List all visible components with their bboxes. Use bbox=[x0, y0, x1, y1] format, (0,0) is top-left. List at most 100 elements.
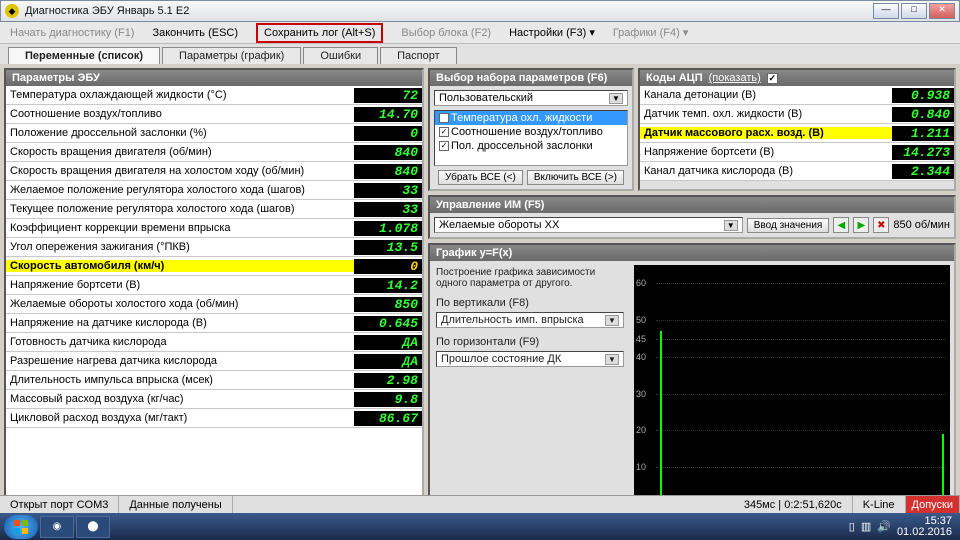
tray-network-icon[interactable]: ▥ bbox=[861, 520, 871, 533]
param-label: Угол опережения зажигания (°ПКВ) bbox=[6, 241, 354, 253]
graph-horizontal-label: По горизонтали (F9) bbox=[436, 336, 624, 348]
adc-label: Датчик темп. охл. жидкости (В) bbox=[640, 108, 892, 120]
param-value: 14.2 bbox=[354, 278, 422, 293]
param-row[interactable]: Готовность датчика кислородаДА bbox=[6, 333, 422, 352]
adc-row: Датчик темп. охл. жидкости (В)0.840 bbox=[640, 105, 954, 124]
param-value: 9.8 bbox=[354, 392, 422, 407]
checklist-item[interactable]: ✓Соотношение воздух/топливо bbox=[435, 125, 627, 139]
tab-parameters-graph[interactable]: Параметры (график) bbox=[162, 47, 301, 64]
param-label: Напряжение бортсети (В) bbox=[6, 279, 354, 291]
chevron-down-icon: ▼ bbox=[605, 354, 619, 365]
chevron-down-icon: ▼ bbox=[609, 93, 623, 104]
adc-show-link[interactable]: (показать) bbox=[709, 72, 761, 84]
menu-finish[interactable]: Закончить (ESC) bbox=[152, 27, 238, 39]
param-value: 33 bbox=[354, 202, 422, 217]
param-row[interactable]: Скорость вращения двигателя (об/мин)840 bbox=[6, 143, 422, 162]
im-next-button[interactable]: ▶ bbox=[853, 217, 869, 233]
im-value: 850 об/мин bbox=[893, 219, 950, 231]
window-titlebar: ◆ Диагностика ЭБУ Январь 5.1 Е2 — □ ✕ bbox=[0, 0, 960, 22]
im-combo[interactable]: Желаемые обороты ХХ ▼ bbox=[434, 217, 743, 233]
adc-label: Напряжение бортсети (В) bbox=[640, 146, 892, 158]
adc-value: 1.211 bbox=[892, 126, 954, 141]
include-all-button[interactable]: Включить ВСЕ (>) bbox=[527, 170, 624, 185]
param-row[interactable]: Положение дроссельной заслонки (%)0 bbox=[6, 124, 422, 143]
param-row[interactable]: Скорость вращения двигателя на холостом … bbox=[6, 162, 422, 181]
param-row[interactable]: Желаемые обороты холостого хода (об/мин)… bbox=[6, 295, 422, 314]
taskbar-app[interactable]: ⬤ bbox=[76, 516, 110, 538]
im-enter-value-button[interactable]: Ввод значения bbox=[747, 218, 830, 233]
menu-start-diag[interactable]: Начать диагностику (F1) bbox=[10, 27, 134, 39]
system-tray[interactable]: ▯ ▥ 🔊 15:37 01.02.2016 bbox=[849, 516, 956, 538]
param-row[interactable]: Скорость автомобиля (км/ч)0 bbox=[6, 257, 422, 276]
tray-flag-icon[interactable]: ▯ bbox=[849, 520, 855, 533]
app-icon: ◆ bbox=[5, 4, 19, 18]
param-value: 840 bbox=[354, 164, 422, 179]
param-value: 0 bbox=[354, 259, 422, 274]
checklist-item[interactable]: ✓Пол. дроссельной заслонки bbox=[435, 139, 627, 153]
ecu-params-list[interactable]: Температура охлаждающей жидкости (°С)72С… bbox=[6, 86, 422, 508]
param-row[interactable]: Угол опережения зажигания (°ПКВ)13.5 bbox=[6, 238, 422, 257]
adc-row: Канала детонации (В)0.938 bbox=[640, 86, 954, 105]
adc-row: Датчик массового расх. возд. (В)1.211 bbox=[640, 124, 954, 143]
adc-label: Канал датчика кислорода (В) bbox=[640, 165, 892, 177]
param-label: Положение дроссельной заслонки (%) bbox=[6, 127, 354, 139]
adc-row: Напряжение бортсети (В)14.273 bbox=[640, 143, 954, 162]
param-label: Желаемые обороты холостого хода (об/мин) bbox=[6, 298, 354, 310]
adc-panel: Коды АЦП (показать) ✓ Канала детонации (… bbox=[638, 68, 956, 191]
adc-value: 2.344 bbox=[892, 164, 954, 179]
tab-errors[interactable]: Ошибки bbox=[303, 47, 378, 64]
param-row[interactable]: Цикловой расход воздуха (мг/такт)86.67 bbox=[6, 409, 422, 428]
param-set-combo[interactable]: Пользовательский ▼ bbox=[434, 90, 628, 106]
graph-header: График y=F(x) bbox=[430, 245, 954, 261]
param-label: Напряжение на датчике кислорода (В) bbox=[6, 317, 354, 329]
maximize-button[interactable]: □ bbox=[901, 3, 927, 19]
graph-vertical-combo[interactable]: Длительность имп. впрыска ▼ bbox=[436, 312, 624, 328]
param-label: Коэффициент коррекции времени впрыска bbox=[6, 222, 354, 234]
param-label: Разрешение нагрева датчика кислорода bbox=[6, 355, 354, 367]
im-prev-button[interactable]: ◀ bbox=[833, 217, 849, 233]
param-row[interactable]: Напряжение бортсети (В)14.2 bbox=[6, 276, 422, 295]
param-row[interactable]: Температура охлаждающей жидкости (°С)72 bbox=[6, 86, 422, 105]
menu-settings[interactable]: Настройки (F3) ▾ bbox=[509, 26, 595, 39]
param-row[interactable]: Разрешение нагрева датчика кислородаДА bbox=[6, 352, 422, 371]
menu-save-log[interactable]: Сохранить лог (Alt+S) bbox=[256, 23, 383, 43]
adc-value: 0.840 bbox=[892, 107, 954, 122]
start-button[interactable] bbox=[4, 515, 38, 539]
param-value: 1.078 bbox=[354, 221, 422, 236]
tray-sound-icon[interactable]: 🔊 bbox=[877, 520, 891, 533]
param-row[interactable]: Массовый расход воздуха (кг/час)9.8 bbox=[6, 390, 422, 409]
param-label: Цикловой расход воздуха (мг/такт) bbox=[6, 412, 354, 424]
param-row[interactable]: Соотношение воздух/топливо14.70 bbox=[6, 105, 422, 124]
adc-checkbox[interactable]: ✓ bbox=[767, 73, 778, 84]
graph-horizontal-combo[interactable]: Прошлое состояние ДК ▼ bbox=[436, 351, 624, 367]
taskbar-chrome[interactable]: ◉ bbox=[40, 516, 74, 538]
param-row[interactable]: Желаемое положение регулятора холостого … bbox=[6, 181, 422, 200]
graph-vertical-label: По вертикали (F8) bbox=[436, 297, 624, 309]
status-dopuski[interactable]: Допуски bbox=[906, 496, 960, 513]
graph-desc: Построение графика зависимости одного па… bbox=[436, 267, 624, 289]
taskbar-clock[interactable]: 15:37 01.02.2016 bbox=[897, 516, 956, 538]
graph-panel: График y=F(x) Построение графика зависим… bbox=[428, 243, 956, 510]
tab-passport[interactable]: Паспорт bbox=[380, 47, 457, 64]
param-value: 0 bbox=[354, 126, 422, 141]
param-label: Соотношение воздух/топливо bbox=[6, 108, 354, 120]
param-row[interactable]: Длительность импульса впрыска (мсек)2.98 bbox=[6, 371, 422, 390]
param-value: 0.645 bbox=[354, 316, 422, 331]
close-button[interactable]: ✕ bbox=[929, 3, 955, 19]
param-row[interactable]: Коэффициент коррекции времени впрыска1.0… bbox=[6, 219, 422, 238]
checklist-item[interactable]: ✓Температура охл. жидкости bbox=[435, 111, 627, 125]
param-value: 72 bbox=[354, 88, 422, 103]
im-stop-button[interactable]: ✖ bbox=[873, 217, 889, 233]
menu-charts[interactable]: Графики (F4) ▾ bbox=[613, 26, 689, 39]
menu-select-block[interactable]: Выбор блока (F2) bbox=[401, 27, 491, 39]
param-set-value: Пользовательский bbox=[439, 92, 533, 104]
param-row[interactable]: Напряжение на датчике кислорода (В)0.645 bbox=[6, 314, 422, 333]
remove-all-button[interactable]: Убрать ВСЕ (<) bbox=[438, 170, 523, 185]
status-port: Открыт порт COM3 bbox=[0, 496, 119, 513]
im-header: Управление ИМ (F5) bbox=[430, 197, 954, 213]
statusbar: Открыт порт COM3 Данные получены 345мс |… bbox=[0, 495, 960, 513]
minimize-button[interactable]: — bbox=[873, 3, 899, 19]
param-row[interactable]: Текущее положение регулятора холостого х… bbox=[6, 200, 422, 219]
tab-variables-list[interactable]: Переменные (список) bbox=[8, 47, 160, 64]
param-checklist[interactable]: ✓Температура охл. жидкости✓Соотношение в… bbox=[434, 110, 628, 166]
